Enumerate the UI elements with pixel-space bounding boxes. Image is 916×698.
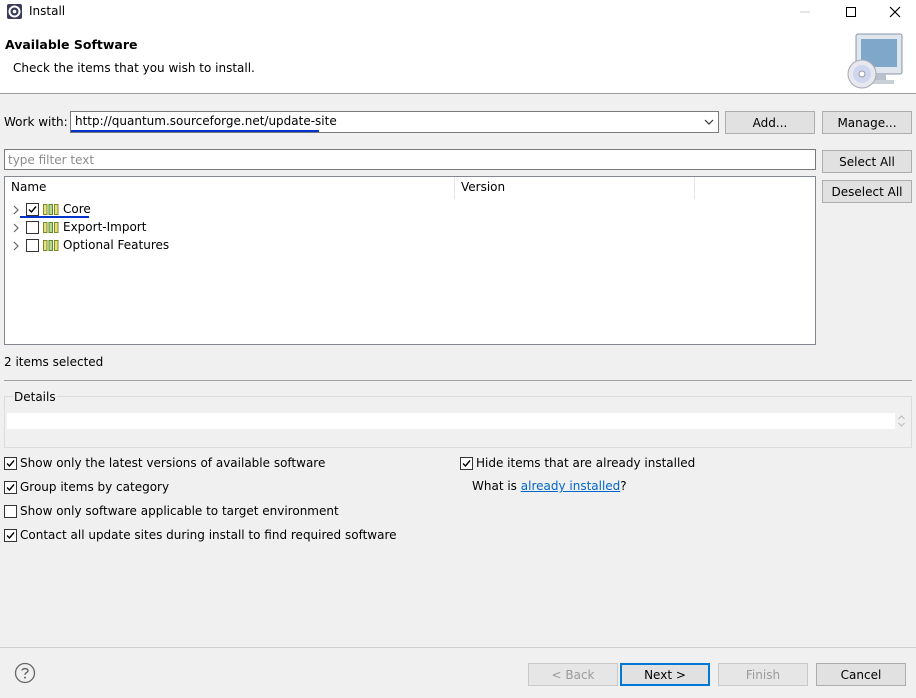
feature-bars-icon (43, 240, 59, 254)
chevron-right-icon[interactable] (11, 240, 21, 255)
details-label: Details (13, 390, 57, 404)
what-is-prefix: What is (472, 479, 521, 493)
close-button[interactable] (872, 0, 916, 24)
window-title: Install (29, 4, 66, 18)
back-button[interactable]: < Back (528, 663, 618, 686)
software-tree[interactable]: Name Version Core Export-Import Optional… (4, 176, 816, 345)
chevron-down-icon[interactable] (703, 116, 715, 131)
work-with-value: http://quantum.sourceforge.net/update-si… (75, 114, 337, 128)
hide-installed-label: Hide items that are already installed (476, 456, 696, 470)
row-checkbox[interactable] (26, 239, 39, 252)
page-title: Available Software (5, 37, 138, 52)
minimize-button[interactable] (782, 0, 828, 24)
target-env-label: Show only software applicable to target … (20, 504, 339, 518)
details-scrollbar[interactable] (895, 413, 908, 429)
column-divider[interactable] (694, 177, 695, 199)
close-icon (889, 6, 901, 18)
row-label: Core (63, 202, 91, 216)
work-with-label: Work with: (4, 115, 68, 129)
cancel-button[interactable]: Cancel (816, 663, 906, 686)
details-text-area[interactable] (7, 413, 895, 429)
header-banner: Available Software Check the items that … (0, 24, 916, 94)
group-by-category-checkbox[interactable] (4, 480, 17, 494)
target-env-option[interactable]: Show only software applicable to target … (4, 503, 339, 519)
maximize-icon (846, 7, 856, 17)
checkmark-icon (6, 531, 15, 539)
what-is-suffix: ? (620, 479, 627, 493)
selection-status: 2 items selected (4, 355, 104, 369)
row-label: Optional Features (63, 238, 170, 252)
column-header-name[interactable]: Name (11, 180, 46, 194)
row-label: Export-Import (63, 220, 147, 234)
finish-button[interactable]: Finish (718, 663, 808, 686)
group-by-category-label: Group items by category (20, 480, 170, 494)
checkmark-icon (462, 459, 471, 467)
row-checkbox[interactable] (26, 221, 39, 234)
latest-versions-option[interactable]: Show only the latest versions of availab… (4, 455, 325, 471)
column-divider[interactable] (454, 177, 455, 199)
hide-installed-checkbox[interactable] (460, 456, 473, 470)
chevron-right-icon[interactable] (11, 222, 21, 237)
divider (4, 380, 912, 381)
eclipse-gear-icon (6, 3, 23, 20)
maximize-button[interactable] (828, 0, 874, 24)
target-env-checkbox[interactable] (4, 504, 17, 518)
select-all-button[interactable]: Select All (822, 150, 912, 173)
row-underline (20, 216, 89, 218)
latest-versions-checkbox[interactable] (4, 456, 17, 470)
latest-versions-label: Show only the latest versions of availab… (20, 456, 326, 470)
already-installed-link[interactable]: already installed (521, 479, 621, 493)
what-is-installed-text: What is already installed? (472, 479, 627, 493)
hide-installed-option[interactable]: Hide items that are already installed (460, 455, 695, 471)
tree-row-core[interactable]: Core (5, 201, 815, 219)
contact-sites-label: Contact all update sites during install … (20, 528, 397, 542)
page-description: Check the items that you wish to install… (13, 61, 255, 75)
title-bar: Install (0, 0, 916, 24)
filter-input[interactable] (4, 149, 816, 170)
manage-sites-button[interactable]: Manage... (822, 111, 912, 134)
next-button[interactable]: Next > (620, 663, 710, 686)
column-header-version[interactable]: Version (461, 180, 505, 194)
feature-bars-icon (43, 222, 59, 236)
checkmark-icon (6, 483, 15, 491)
question-mark-icon (14, 662, 36, 684)
tree-row-export-import[interactable]: Export-Import (5, 219, 815, 237)
row-checkbox[interactable] (26, 203, 39, 216)
contact-sites-checkbox[interactable] (4, 528, 17, 542)
minimize-icon (800, 11, 810, 13)
checkmark-icon (28, 206, 37, 214)
deselect-all-button[interactable]: Deselect All (822, 180, 912, 203)
group-by-category-option[interactable]: Group items by category (4, 479, 169, 495)
tree-row-optional-features[interactable]: Optional Features (5, 237, 815, 255)
add-site-button[interactable]: Add... (725, 111, 815, 134)
contact-sites-option[interactable]: Contact all update sites during install … (4, 527, 397, 543)
work-with-underline (71, 130, 319, 132)
monitor-cd-icon (840, 30, 906, 92)
work-with-combo[interactable]: http://quantum.sourceforge.net/update-si… (70, 111, 719, 133)
footer-divider (0, 647, 916, 648)
checkmark-icon (6, 459, 15, 467)
help-button[interactable] (14, 662, 36, 684)
